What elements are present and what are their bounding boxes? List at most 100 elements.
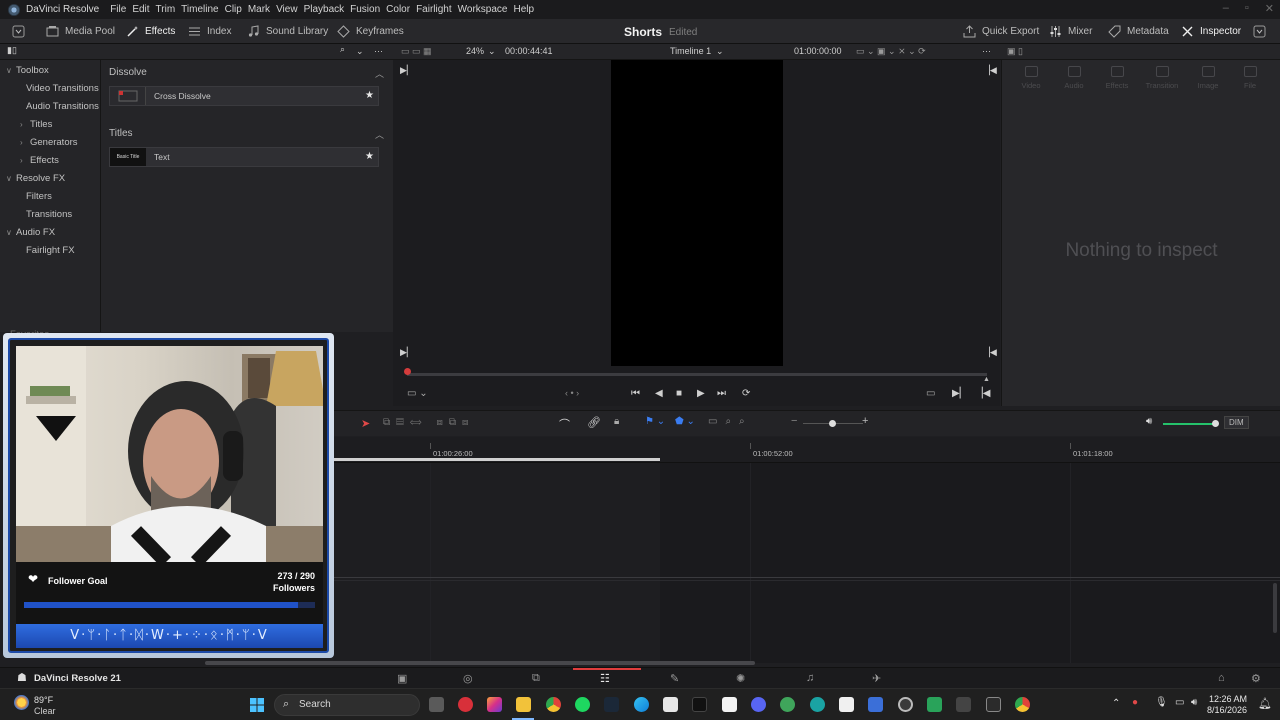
menu-trim[interactable]: Trim xyxy=(156,4,182,15)
windows-start-icon[interactable] xyxy=(250,698,264,712)
inspector-button[interactable]: Inspector xyxy=(1181,19,1241,44)
titles-section-header[interactable]: Titles ︿ xyxy=(109,128,384,140)
minimize-icon[interactable]: – xyxy=(1223,2,1229,15)
favorite-star-icon[interactable]: ★ xyxy=(365,151,374,162)
menu-color[interactable]: Color xyxy=(386,4,416,15)
search-icon[interactable]: ⌕ xyxy=(340,44,345,55)
horizontal-scrollbar[interactable] xyxy=(205,661,755,665)
taskbar-clock[interactable]: 12:26 AM 8/16/2026 xyxy=(1207,694,1247,716)
inspector-layout-icon[interactable]: ▣ ▯ xyxy=(1007,46,1023,57)
vertical-scrollbar[interactable] xyxy=(1273,583,1277,633)
menu-edit[interactable]: Edit xyxy=(132,4,155,15)
edit-page-icon[interactable]: ☷ xyxy=(600,672,610,685)
metadata-button[interactable]: Metadata xyxy=(1108,19,1169,44)
menu-fairlight[interactable]: Fairlight xyxy=(416,4,458,15)
text-title-item[interactable]: Basic Title Text ★ xyxy=(109,147,379,167)
task-view-icon[interactable] xyxy=(429,697,444,712)
snapping-icon[interactable]: ⌒ xyxy=(559,416,570,432)
home-icon[interactable]: ⌂ xyxy=(1218,672,1225,684)
timeline-ruler[interactable]: 01:00:26:00 01:00:52:00 01:01:18:00 xyxy=(333,437,1280,463)
speaker-icon[interactable]: 🔊︎ xyxy=(1146,416,1152,427)
davinci-resolve-taskbar-icon[interactable] xyxy=(898,697,913,712)
viewer-layout-icon[interactable]: ▭ ▭ ▦ xyxy=(401,46,432,57)
app-icon-teal[interactable] xyxy=(810,697,825,712)
menu-mark[interactable]: Mark xyxy=(248,4,276,15)
mixer-button[interactable]: Mixer xyxy=(1049,19,1092,44)
workspace-dropdown-button[interactable] xyxy=(12,19,25,44)
jog-control[interactable]: ‹ • › xyxy=(565,388,579,398)
sound-library-button[interactable]: Sound Library xyxy=(247,19,328,44)
mark-in-icon[interactable]: ▕◀ xyxy=(975,388,990,399)
capcut-icon[interactable] xyxy=(663,697,678,712)
tray-chevron-up-icon[interactable]: ⌃ xyxy=(1112,698,1120,709)
weather-temperature[interactable]: 89°F xyxy=(34,695,53,705)
tree-item-audio-transitions[interactable]: Audio Transitions xyxy=(20,97,99,115)
maximize-icon[interactable]: ▫ xyxy=(1245,2,1249,15)
microphone-icon[interactable]: 🎙︎ xyxy=(1155,697,1168,708)
dim-button[interactable]: DIM xyxy=(1224,416,1249,429)
lock-icon[interactable]: 🔒︎ xyxy=(614,416,619,427)
viewer-options-icons[interactable]: ▭ ⌄ ▣ ⌄ ⨯ ⌄ ⟳ xyxy=(856,46,926,57)
chevron-down-icon[interactable]: ∨ xyxy=(6,174,16,183)
volume-slider[interactable] xyxy=(1163,423,1215,425)
tree-item-generators[interactable]: › Generators xyxy=(20,133,78,151)
mark-out-icon[interactable]: ▶▏ xyxy=(952,388,967,399)
viewer-scrub-bar[interactable] xyxy=(407,373,987,376)
chevron-down-icon[interactable]: ∨ xyxy=(6,66,16,75)
zoom-level[interactable]: 24% xyxy=(466,46,484,56)
settings-gear-icon[interactable]: ⚙ xyxy=(1251,672,1261,685)
tree-item-filters[interactable]: Filters xyxy=(20,187,52,205)
inspector-tab-audio[interactable]: Audio xyxy=(1057,66,1091,90)
spotify-icon[interactable] xyxy=(575,697,590,712)
chevron-right-icon[interactable]: › xyxy=(20,156,30,165)
tray-app-icon[interactable]: ● xyxy=(1132,697,1138,708)
menu-playback[interactable]: Playback xyxy=(304,4,351,15)
media-page-icon[interactable]: ▣ xyxy=(397,672,407,685)
match-frame-icon[interactable]: ▭ xyxy=(926,388,935,399)
index-button[interactable]: Index xyxy=(188,19,231,44)
volume-handle[interactable] xyxy=(1212,420,1219,427)
marker-icon[interactable]: ⬟ ⌄ xyxy=(675,416,695,427)
tree-item-transitions[interactable]: Transitions xyxy=(20,205,72,223)
tree-item-resolve-fx[interactable]: ∨ Resolve FX xyxy=(6,169,65,187)
more-options-icon[interactable]: ··· xyxy=(374,46,383,56)
fairlight-page-icon[interactable]: ♫ xyxy=(806,672,814,684)
zoom-slider-handle[interactable] xyxy=(829,420,836,427)
viewer-more-icon[interactable]: ··· xyxy=(982,46,991,56)
chevron-right-icon[interactable]: › xyxy=(20,138,30,147)
zoom-mode-icons[interactable]: ▭⌕⌕ xyxy=(708,416,753,427)
loop-icon[interactable]: ⟳ xyxy=(742,388,750,399)
close-icon[interactable]: ✕ xyxy=(1265,2,1274,15)
cross-dissolve-item[interactable]: Cross Dissolve ★ xyxy=(109,86,379,106)
dissolve-section-header[interactable]: Dissolve ︿ xyxy=(109,67,384,79)
favorite-star-icon[interactable]: ★ xyxy=(365,90,374,101)
menu-workspace[interactable]: Workspace xyxy=(458,4,514,15)
zoom-in-icon[interactable]: + xyxy=(862,415,868,427)
app-icon-green[interactable] xyxy=(780,697,795,712)
instagram-icon[interactable] xyxy=(487,697,502,712)
network-icon[interactable]: ▭ xyxy=(1175,697,1184,708)
fusion-page-icon[interactable]: ✎ xyxy=(670,672,679,685)
timeline-tracks[interactable] xyxy=(333,463,1280,663)
menu-file[interactable]: File xyxy=(110,4,132,15)
weather-sun-icon[interactable] xyxy=(14,695,29,710)
zoom-dropdown-icon[interactable]: ⌄ xyxy=(488,46,496,57)
quick-export-button[interactable]: Quick Export xyxy=(963,19,1039,44)
menu-view[interactable]: View xyxy=(276,4,304,15)
edit-page-icon-alt[interactable]: ⧉ xyxy=(532,672,540,685)
chrome-profile-icon[interactable] xyxy=(1015,697,1030,712)
viewer-corner-right-bottom-icon[interactable]: ▕◀ xyxy=(983,347,997,358)
deliver-page-icon[interactable]: ✈ xyxy=(872,672,881,685)
stop-icon[interactable]: ■ xyxy=(676,388,682,399)
tiktok-icon[interactable] xyxy=(692,697,707,712)
media-pool-button[interactable]: Media Pool xyxy=(46,19,115,44)
app-icon-red[interactable] xyxy=(458,697,473,712)
volume-icon[interactable]: 🔊︎ xyxy=(1191,697,1197,708)
color-page-icon[interactable]: ✺ xyxy=(736,672,745,685)
app-icon-green-square[interactable] xyxy=(927,697,942,712)
zoom-out-icon[interactable]: − xyxy=(791,415,797,427)
go-to-start-viewer-icon[interactable]: ▶▏ xyxy=(400,65,414,76)
timeline-dropdown-icon[interactable]: ⌄ xyxy=(716,46,724,57)
effects-button[interactable]: Effects xyxy=(126,19,175,44)
menu-fusion[interactable]: Fusion xyxy=(350,4,386,15)
